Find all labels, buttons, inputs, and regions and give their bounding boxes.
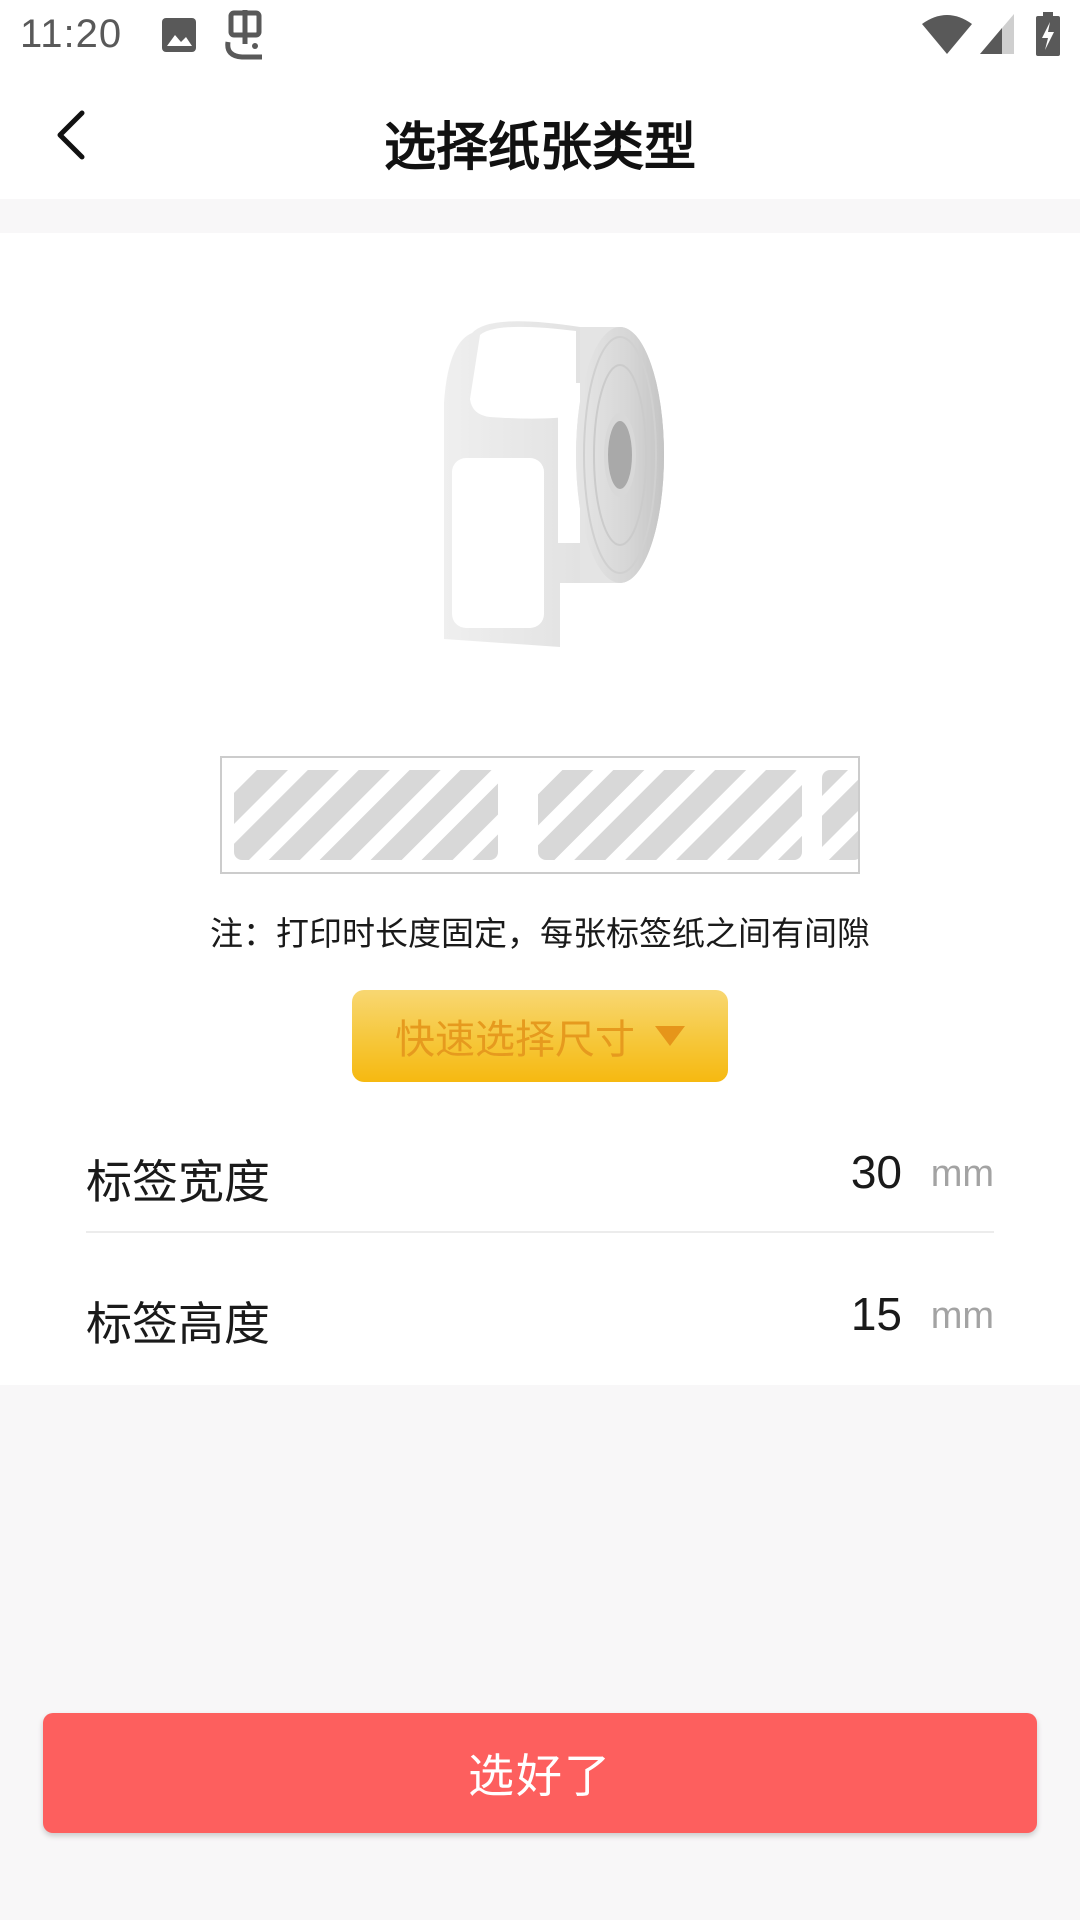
wifi-icon	[922, 14, 972, 58]
status-time: 11:20	[20, 12, 123, 56]
label-height-unit: mm	[930, 1295, 994, 1337]
battery-charging-icon	[1036, 12, 1060, 60]
quick-size-label: 快速选择尺寸	[395, 1017, 635, 1063]
label-width-unit: mm	[930, 1153, 994, 1195]
screen: 11:20 选择纸张类型 注：打印时长度固定，每张标签纸之间有间隙 快速选择尺寸…	[0, 0, 1080, 1920]
confirm-button[interactable]: 选好了	[43, 1713, 1037, 1833]
label-width-label: 标签宽度	[86, 1155, 270, 1209]
cell-signal-icon	[980, 14, 1014, 58]
label-height-row[interactable]: 标签高度 15 mm	[86, 1263, 994, 1373]
confirm-label: 选好了	[468, 1749, 612, 1803]
label-roll-illustration	[430, 303, 670, 663]
gap-label-diagram	[220, 756, 862, 874]
image-icon	[160, 16, 200, 60]
gap-note-text: 注：打印时长度固定，每张标签纸之间有间隙	[210, 914, 870, 953]
quick-size-select-button[interactable]: 快速选择尺寸	[352, 990, 728, 1082]
page-title: 选择纸张类型	[383, 118, 696, 178]
label-width-value[interactable]: 30	[851, 1145, 902, 1199]
label-height-value[interactable]: 15	[851, 1287, 902, 1341]
header: 选择纸张类型	[0, 75, 1080, 199]
paper-settings-card: 注：打印时长度固定，每张标签纸之间有间隙 快速选择尺寸 标签宽度 30 mm 标…	[0, 233, 1080, 1385]
status-bar: 11:20	[0, 0, 1080, 75]
bug-icon	[222, 10, 268, 66]
triangle-down-icon	[655, 1026, 685, 1046]
label-height-label: 标签高度	[86, 1297, 270, 1351]
label-width-row[interactable]: 标签宽度 30 mm	[86, 1121, 994, 1233]
